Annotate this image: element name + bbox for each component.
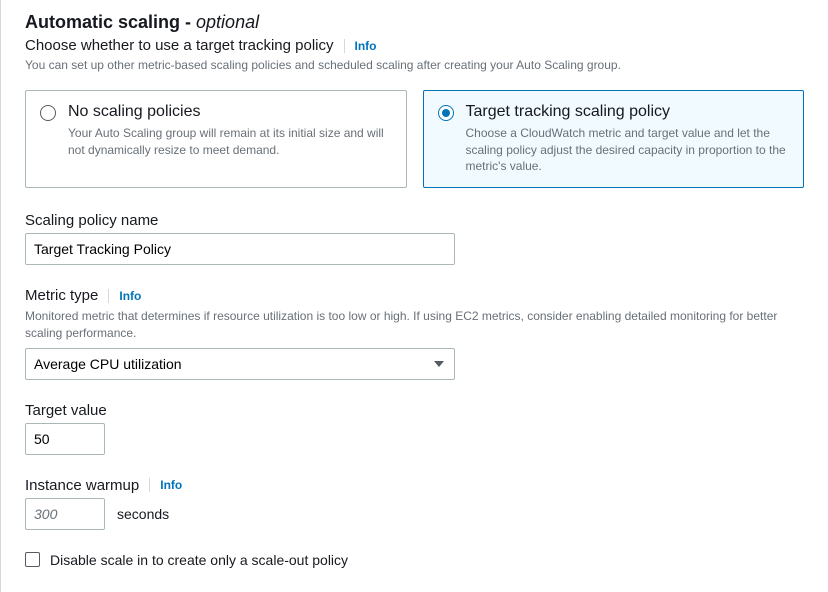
radio-icon — [40, 105, 56, 121]
policy-name-input[interactable] — [25, 233, 455, 265]
radio-no-scaling-policies[interactable]: No scaling policies Your Auto Scaling gr… — [25, 90, 407, 188]
instance-warmup-input[interactable] — [25, 498, 105, 530]
metric-type-select[interactable]: Average CPU utilization — [25, 348, 455, 380]
divider — [149, 478, 150, 492]
target-value-label: Target value — [25, 402, 107, 419]
radio-description: Your Auto Scaling group will remain at i… — [68, 125, 392, 159]
info-link-metric-type[interactable]: Info — [119, 289, 141, 303]
instance-warmup-unit: seconds — [117, 506, 169, 522]
radio-target-tracking-policy[interactable]: Target tracking scaling policy Choose a … — [423, 90, 805, 188]
disable-scale-in-label: Disable scale in to create only a scale-… — [50, 552, 348, 568]
divider — [108, 289, 109, 303]
section-title-main: Automatic scaling - — [25, 12, 196, 32]
radio-description: Choose a CloudWatch metric and target va… — [466, 125, 790, 175]
section-title: Automatic scaling - optional — [25, 12, 804, 33]
target-value-input[interactable] — [25, 423, 105, 455]
section-subtitle: Choose whether to use a target tracking … — [25, 37, 334, 54]
metric-type-label: Metric type — [25, 287, 98, 304]
policy-name-label: Scaling policy name — [25, 212, 158, 229]
radio-title: No scaling policies — [68, 103, 392, 121]
disable-scale-in-checkbox[interactable] — [25, 552, 40, 567]
divider — [344, 39, 345, 53]
metric-type-hint: Monitored metric that determines if reso… — [25, 308, 804, 342]
section-hint: You can set up other metric-based scalin… — [25, 57, 804, 74]
section-title-optional: optional — [196, 12, 259, 32]
info-link-header[interactable]: Info — [355, 39, 377, 53]
radio-icon — [438, 105, 454, 121]
instance-warmup-label: Instance warmup — [25, 477, 139, 494]
info-link-instance-warmup[interactable]: Info — [160, 478, 182, 492]
radio-title: Target tracking scaling policy — [466, 103, 790, 121]
